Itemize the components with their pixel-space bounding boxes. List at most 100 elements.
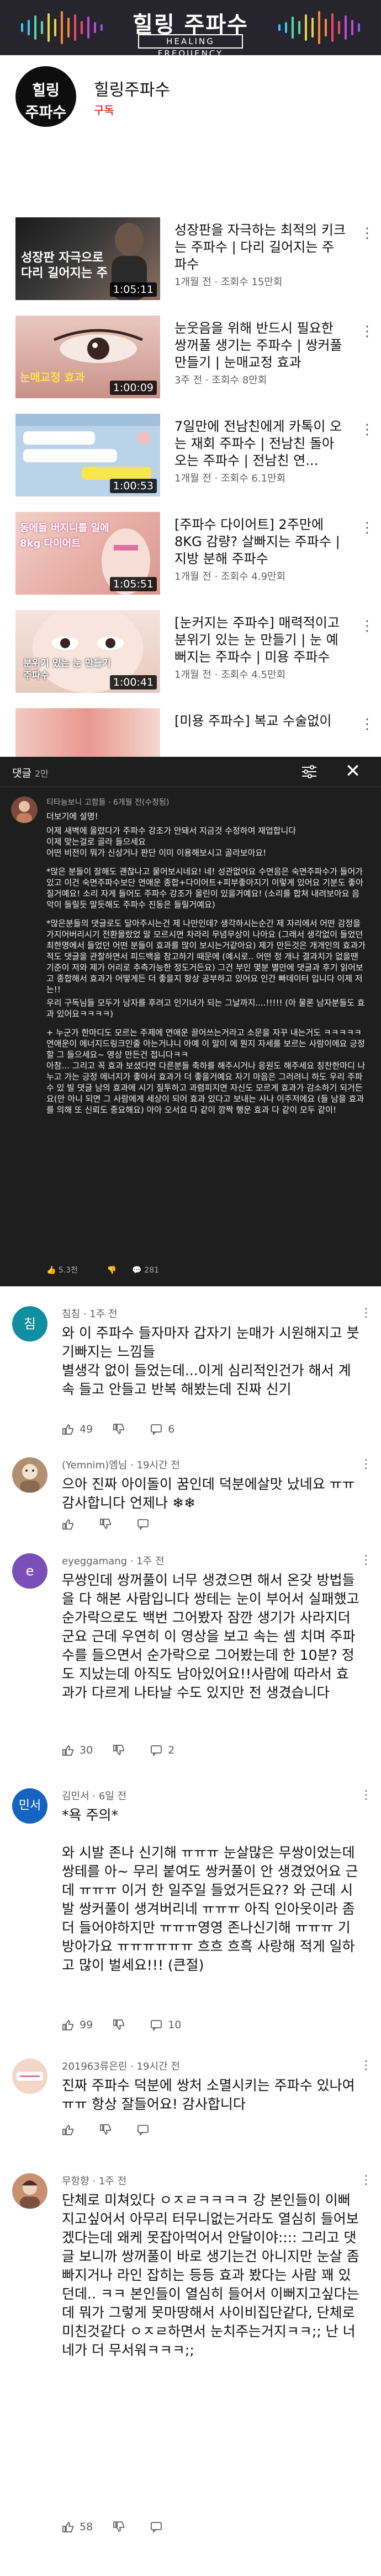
- video-title[interactable]: 성장판을 자극하는 최적의 키크는 주파수 | 다리 길어지는 주파수: [174, 222, 346, 273]
- more-options-icon[interactable]: ⋮: [360, 1306, 372, 1320]
- more-options-icon[interactable]: ⋮: [360, 224, 374, 244]
- dislike-button[interactable]: [113, 1423, 130, 1435]
- comment-item: (Yemnim)엠님 · 19시간 전 ⋮ 으아 진짜 아이돌이 꿈인데 덕분에…: [0, 1457, 381, 1540]
- avatar-text-line1: 힐링: [32, 82, 60, 99]
- reply-button[interactable]: 💬 281: [132, 1266, 172, 1275]
- comments-header: 댓글 2만 ✕: [0, 757, 381, 787]
- video-item[interactable]: [미용 주파수] 복교 수술없이 ⋮: [0, 708, 381, 757]
- more-options-icon[interactable]: ⋮: [360, 617, 374, 637]
- video-duration: 1:00:53: [109, 479, 157, 493]
- avatar[interactable]: 침: [12, 1306, 47, 1342]
- subscribe-button[interactable]: 구독: [94, 101, 114, 117]
- video-title[interactable]: 7일만에 전남친에게 카톡이 오는 재회 주파수 | 전남친 돌아오는 주파수 …: [174, 418, 346, 469]
- more-options-icon[interactable]: ⋮: [360, 1788, 372, 1802]
- more-options-icon[interactable]: ⋮: [360, 2059, 372, 2072]
- more-options-icon[interactable]: ⋮: [360, 1457, 372, 1471]
- comment-author[interactable]: 티타늄보니 고함들 · 6개월 전(수정됨): [46, 797, 169, 808]
- comments-count: 2만: [34, 768, 49, 779]
- video-item[interactable]: 동에들 버지니를 일에 8kg 다이어트 1:05:51 [주파수 다이어트] …: [0, 512, 381, 600]
- video-title[interactable]: [주파수 다이어트] 2주만에 8KG 감량? 살빠지는 주파수 | 지방 분해…: [174, 516, 346, 568]
- reply-count: 10: [168, 2019, 182, 2031]
- comment-body: 진짜 주파수 덕분에 쌍처 소멸시키는 주파수 있나여ㅠㅠ 항상 잘들어요! 감…: [62, 2077, 355, 2112]
- reply-button[interactable]: 6: [150, 1423, 174, 1435]
- video-item[interactable]: 1:00:53 7일만에 전남친에게 카톡이 오는 재회 주파수 | 전남친 돌…: [0, 414, 381, 502]
- like-button[interactable]: 49: [62, 1423, 93, 1435]
- avatar[interactable]: e: [12, 1553, 47, 1589]
- comment-paragraph: 더보기에 설명!: [46, 811, 98, 821]
- comment-author[interactable]: 김민서 · 6일 전: [62, 1788, 126, 1803]
- video-meta: 3주 전 · 조회수 8만회: [174, 375, 267, 386]
- comment-author[interactable]: 201963류은린 · 19시간 전: [62, 2059, 180, 2073]
- comment-actions: [62, 2124, 174, 2136]
- avatar[interactable]: [12, 2059, 47, 2094]
- avatar[interactable]: 민서: [12, 1788, 47, 1824]
- like-button[interactable]: [62, 1518, 80, 1530]
- close-icon[interactable]: ✕: [342, 761, 363, 782]
- comment-author[interactable]: 무항향 · 1주 전: [62, 2173, 126, 2188]
- more-options-icon[interactable]: ⋮: [360, 322, 374, 342]
- dislike-button[interactable]: [99, 2124, 117, 2136]
- video-thumbnail[interactable]: [15, 708, 160, 757]
- reply-button[interactable]: 10: [150, 2019, 181, 2031]
- like-button[interactable]: 58: [62, 2521, 93, 2533]
- like-button[interactable]: 99: [62, 2019, 93, 2031]
- more-options-icon[interactable]: ⋮: [360, 2173, 372, 2187]
- comment-body: 으아 진짜 아이돌이 꿈인데 덕분에살맛 났네요 ㅠㅠ 감사합니다 언제나 ❄❄: [62, 1476, 355, 1511]
- video-item[interactable]: 분위기 있는 눈 만들기 주파수 1:00:41 [눈커지는 주파수] 매력적이…: [0, 610, 381, 698]
- comment-author[interactable]: 침침 · 1주 전: [62, 1306, 118, 1321]
- reply-button[interactable]: [137, 1518, 155, 1530]
- reply-button[interactable]: [150, 2521, 168, 2533]
- video-thumbnail[interactable]: 성장판 자극으로 다리 길어지는 주 1:05:11: [15, 217, 160, 300]
- video-title[interactable]: [미용 주파수] 복교 수술없이: [174, 713, 346, 757]
- video-thumbnail[interactable]: 1:00:53: [15, 414, 160, 496]
- avatar-image: [20, 1464, 40, 1493]
- avatar[interactable]: [12, 1457, 47, 1493]
- sort-icon[interactable]: [301, 764, 318, 779]
- dislike-button[interactable]: [113, 2521, 130, 2533]
- comment-actions: 30 2: [62, 1744, 194, 1756]
- video-title[interactable]: [눈커지는 주파수] 매력적이고 분위기 있는 눈 만들기 | 눈 예뻐지는 주…: [174, 614, 346, 666]
- like-button[interactable]: 👍 5.3천: [46, 1266, 91, 1275]
- more-options-icon[interactable]: ⋮: [360, 715, 374, 735]
- comment-item: 201963류은린 · 19시간 전 ⋮ 진짜 주파수 덕분에 쌍처 소멸시키는…: [0, 2059, 381, 2152]
- more-options-icon[interactable]: ⋮: [360, 1553, 372, 1567]
- video-thumbnail[interactable]: 동에들 버지니를 일에 8kg 다이어트 1:05:51: [15, 512, 160, 595]
- avatar[interactable]: [11, 797, 38, 823]
- reply-button[interactable]: [137, 2124, 155, 2136]
- comment-item: e eyeggamang · 1주 전 ⋮ 무쌍인데 쌍꺼풀이 너무 생겼으면 …: [0, 1553, 381, 1763]
- video-title[interactable]: 눈웃음을 위해 반드시 필요한 쌍꺼풀 생기는 주파수 | 쌍커풀 만들기 | …: [174, 320, 346, 371]
- avatar[interactable]: [12, 2173, 47, 2209]
- video-thumbnail[interactable]: 분위기 있는 눈 만들기 주파수 1:00:41: [15, 610, 160, 693]
- like-button[interactable]: [62, 2124, 80, 2136]
- thumbs-up-icon: [62, 2019, 73, 2030]
- reply-count: 2: [168, 1744, 175, 1756]
- thumbs-up-icon: [62, 1519, 73, 1530]
- video-item[interactable]: 눈매교정 효과 1:00:09 눈웃음을 위해 반드시 필요한 쌍꺼풀 생기는 …: [0, 316, 381, 404]
- channel-name[interactable]: 힐링주파수: [94, 76, 170, 100]
- avatar-image: [17, 2072, 43, 2081]
- video-item[interactable]: 성장판 자극으로 다리 길어지는 주 1:05:11 성장판을 자극하는 최적의…: [0, 217, 381, 306]
- dislike-button[interactable]: 👎: [107, 1266, 117, 1275]
- more-options-icon[interactable]: ⋮: [360, 519, 374, 538]
- video-meta: 1개월 전 · 조회수 4.9만회: [174, 571, 286, 582]
- channel-avatar[interactable]: 힐링 주파수: [15, 66, 76, 127]
- like-button[interactable]: 30: [62, 1744, 93, 1756]
- comments-panel: 댓글 2만 ✕ 티타늄보니 고함들 · 6개월 전(수정됨) 더보기에 설명! 어…: [0, 757, 381, 1286]
- comment-paragraph: + 누군가 한마디도 모르는 주제에 연애운 끌어쓰는거라고 소문을 자꾸 내는…: [46, 1028, 366, 1115]
- like-count: 58: [80, 2521, 93, 2533]
- dislike-button[interactable]: [113, 2019, 130, 2031]
- reply-button[interactable]: 2: [150, 1744, 174, 1756]
- comment-item: 침 침침 · 1주 전 ⋮ 와 이 주파수 들자마자 갑자기 눈매가 시원해지고…: [0, 1306, 381, 1450]
- more-options-icon[interactable]: ⋮: [360, 420, 374, 440]
- channel-header: 힐링 주파수 힐링주파수 구독: [0, 55, 381, 138]
- dislike-button[interactable]: [99, 1518, 117, 1530]
- thumbnail-caption: 눈매교정 효과: [20, 371, 85, 384]
- reply-icon: [151, 1424, 162, 1435]
- video-thumbnail[interactable]: 눈매교정 효과 1:00:09: [15, 316, 160, 398]
- comment-author[interactable]: eyeggamang · 1주 전: [62, 1553, 165, 1568]
- like-count: 5.3천: [58, 1266, 78, 1275]
- comment-author[interactable]: (Yemnim)엠님 · 19시간 전: [62, 1457, 180, 1472]
- dislike-button[interactable]: [113, 1744, 130, 1756]
- video-meta: 1개월 전 · 조회수 15만회: [174, 276, 283, 288]
- reply-icon: [137, 1519, 149, 1530]
